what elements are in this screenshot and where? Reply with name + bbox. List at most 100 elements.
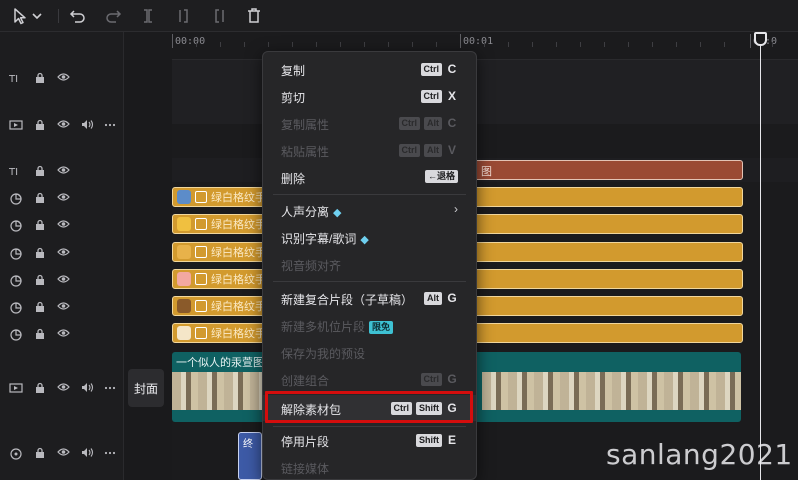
audio-track-icon[interactable] bbox=[9, 447, 23, 461]
shortcut-letter: G bbox=[447, 291, 457, 305]
eye-icon[interactable] bbox=[57, 447, 70, 457]
playhead[interactable] bbox=[760, 40, 761, 480]
menu-item-new-multicam-clip[interactable]: 新建多机位片段 限免 bbox=[263, 312, 476, 338]
sticker-track-icon[interactable] bbox=[9, 274, 23, 288]
undo-icon[interactable] bbox=[68, 6, 88, 26]
ruler-minor-tick bbox=[364, 42, 365, 47]
video-track-icon[interactable] bbox=[9, 382, 23, 394]
clip-name: 绿白格纹手 bbox=[211, 219, 266, 231]
submenu-arrow-icon: › bbox=[454, 202, 458, 216]
menu-item-create-group[interactable]: 创建组合 Ctrl G bbox=[263, 366, 476, 392]
playhead-handle[interactable] bbox=[754, 32, 767, 46]
menu-item-cut[interactable]: 剪切 Ctrl X bbox=[263, 83, 476, 109]
volume-icon[interactable] bbox=[81, 447, 94, 458]
ruler-minor-tick bbox=[532, 42, 533, 47]
package-icon bbox=[195, 273, 207, 285]
trim-right-icon[interactable] bbox=[209, 6, 229, 26]
text-track-icon[interactable]: TI bbox=[9, 72, 23, 84]
text-clip-label: 图 bbox=[481, 166, 492, 178]
more-options-icon[interactable] bbox=[104, 451, 116, 455]
eye-icon[interactable] bbox=[57, 247, 70, 257]
lock-icon[interactable] bbox=[34, 301, 46, 313]
ruler-label: 00:01 bbox=[463, 36, 494, 47]
split-icon[interactable] bbox=[138, 6, 158, 26]
menu-item-label: 剪切 bbox=[281, 91, 306, 105]
lock-icon[interactable] bbox=[34, 247, 46, 259]
more-options-icon[interactable] bbox=[104, 386, 116, 390]
eye-icon[interactable] bbox=[57, 119, 70, 129]
shortcut-letter: V bbox=[447, 143, 456, 157]
eye-icon[interactable] bbox=[57, 72, 70, 82]
video-track-icon[interactable] bbox=[9, 119, 23, 131]
eye-icon[interactable] bbox=[57, 382, 70, 392]
delete-icon[interactable] bbox=[244, 6, 264, 26]
lock-icon[interactable] bbox=[34, 447, 46, 459]
text-track-icon[interactable]: TI bbox=[9, 165, 23, 177]
pointer-select-icon[interactable] bbox=[10, 6, 30, 26]
eye-icon[interactable] bbox=[57, 301, 70, 311]
cover-button[interactable]: 封面 bbox=[128, 369, 164, 407]
ruler-minor-tick bbox=[700, 42, 701, 47]
menu-item-new-compound-clip[interactable]: 新建复合片段（子草稿） Alt G bbox=[263, 285, 476, 311]
clip-name: 绿白格纹手 bbox=[211, 274, 266, 286]
eye-icon[interactable] bbox=[57, 219, 70, 229]
menu-item-label: 识别字幕/歌词 bbox=[281, 232, 357, 246]
menu-item-disable-clip[interactable]: 停用片段 Shift E bbox=[263, 427, 476, 453]
eye-icon[interactable] bbox=[57, 165, 70, 175]
lock-icon[interactable] bbox=[34, 382, 46, 394]
menu-item-vocal-separation[interactable]: 人声分离 ◆ › bbox=[263, 197, 476, 223]
lock-icon[interactable] bbox=[34, 119, 46, 131]
menu-item-copy[interactable]: 复制 Ctrl C bbox=[263, 56, 476, 82]
sticker-track-icon[interactable] bbox=[9, 219, 23, 233]
sticker-track-icon[interactable] bbox=[9, 301, 23, 315]
eye-icon[interactable] bbox=[57, 328, 70, 338]
more-options-icon[interactable] bbox=[104, 123, 116, 127]
sticker-track-icon[interactable] bbox=[9, 328, 23, 342]
ruler-minor-tick bbox=[508, 42, 509, 47]
menu-item-delete[interactable]: 删除 ←退格 bbox=[263, 164, 476, 190]
menu-item-copy-attributes[interactable]: 复制属性 Ctrl Alt C bbox=[263, 110, 476, 136]
menu-item-label: 解除素材包 bbox=[281, 403, 342, 417]
lock-icon[interactable] bbox=[34, 219, 46, 231]
vip-diamond-icon: ◆ bbox=[360, 234, 369, 246]
lock-icon[interactable] bbox=[34, 192, 46, 204]
menu-item-recognize-subtitles[interactable]: 识别字幕/歌词 ◆ bbox=[263, 224, 476, 250]
menu-item-label: 复制 bbox=[281, 64, 306, 78]
volume-icon[interactable] bbox=[81, 382, 94, 393]
chevron-down-icon[interactable] bbox=[30, 6, 44, 26]
menu-item-ungroup-package[interactable]: 解除素材包 Ctrl Shift G bbox=[263, 395, 476, 421]
eye-icon[interactable] bbox=[57, 192, 70, 202]
sticker-thumbnail bbox=[177, 299, 191, 313]
volume-icon[interactable] bbox=[81, 119, 94, 130]
sticker-track-icon[interactable] bbox=[9, 247, 23, 261]
cover-column bbox=[124, 60, 172, 480]
menu-item-save-preset[interactable]: 保存为我的预设 bbox=[263, 339, 476, 365]
ruler-minor-tick bbox=[724, 42, 725, 47]
lock-icon[interactable] bbox=[34, 72, 46, 84]
toolbar bbox=[0, 0, 798, 32]
menu-item-label: 视音频对齐 bbox=[281, 259, 342, 273]
lock-icon[interactable] bbox=[34, 165, 46, 177]
trim-left-icon[interactable] bbox=[174, 6, 194, 26]
svg-text:TI: TI bbox=[9, 74, 18, 84]
shortcut-key: Shift bbox=[416, 401, 442, 415]
text-clip[interactable]: 图 bbox=[474, 160, 743, 180]
lock-icon[interactable] bbox=[34, 274, 46, 286]
ruler-minor-tick bbox=[316, 42, 317, 47]
clip-name: 绿白格纹手 bbox=[211, 328, 266, 340]
ruler-minor-tick bbox=[196, 42, 197, 47]
audio-clip[interactable]: 终 bbox=[238, 432, 262, 480]
package-icon bbox=[195, 327, 207, 339]
shortcut-key: Ctrl bbox=[420, 372, 442, 386]
menu-item-paste-attributes[interactable]: 粘贴属性 Ctrl Alt V bbox=[263, 137, 476, 163]
shortcut-key: Ctrl bbox=[420, 89, 442, 103]
ruler-minor-tick bbox=[412, 42, 413, 47]
ruler-minor-tick bbox=[220, 42, 221, 47]
lock-icon[interactable] bbox=[34, 328, 46, 340]
sticker-track-icon[interactable] bbox=[9, 192, 23, 206]
eye-icon[interactable] bbox=[57, 274, 70, 284]
menu-item-link-media[interactable]: 链接媒体 bbox=[263, 454, 476, 480]
package-icon bbox=[195, 300, 207, 312]
redo-icon[interactable] bbox=[103, 6, 123, 26]
menu-item-av-align[interactable]: 视音频对齐 bbox=[263, 251, 476, 277]
